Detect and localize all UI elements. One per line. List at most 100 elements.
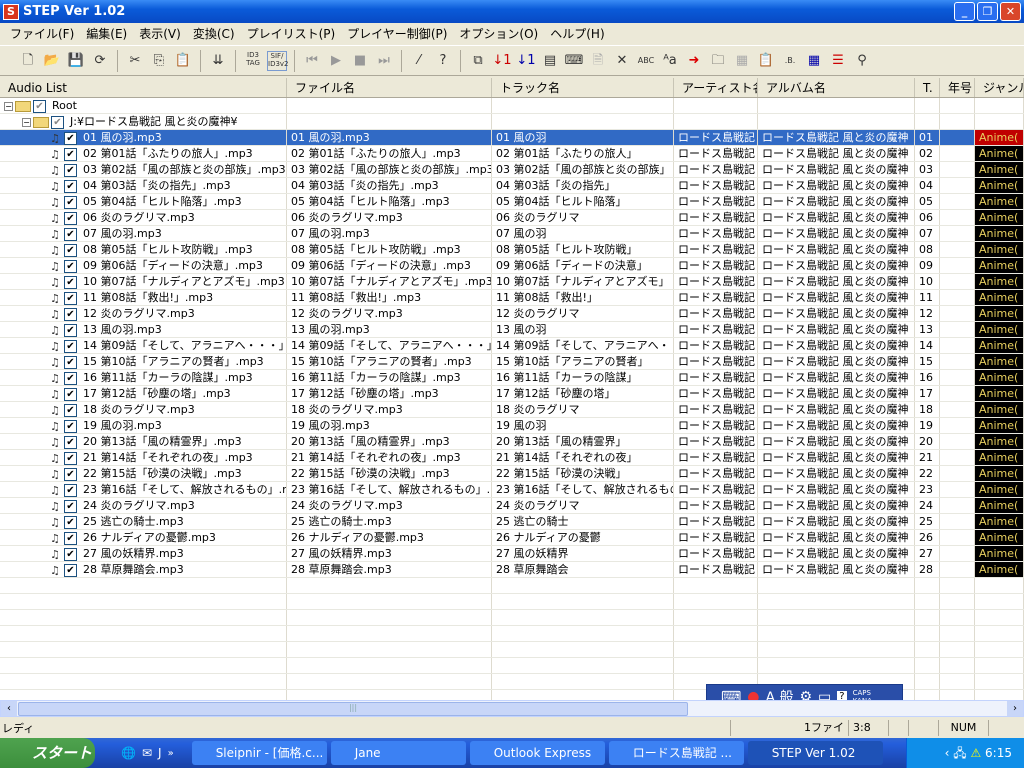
cell-artist[interactable]: ロードス島戦記 (674, 162, 758, 177)
b-icon[interactable]: .B. (780, 51, 800, 71)
cell-track-name[interactable]: 11 第08話「救出!」 (492, 290, 674, 305)
cell-track-name[interactable]: 01 風の羽 (492, 130, 674, 145)
table-row[interactable]: ♫ ✔ 04 第03話「炎の指先」.mp3 04 第03話「炎の指先」.mp3 04… (0, 178, 1024, 194)
cell-genre[interactable]: Anime( (975, 530, 1024, 545)
cell-track-name[interactable]: 14 第09話「そして、アラニアへ・・・」 (492, 338, 674, 353)
start-button[interactable]: スタート (0, 738, 95, 768)
cell-track-no[interactable]: 12 (915, 306, 940, 321)
cell-album[interactable]: ロードス島戦記 風と炎の魔神 (758, 402, 915, 417)
cell-year[interactable] (940, 530, 975, 545)
next-track-icon[interactable]: ⏭ (374, 51, 394, 71)
cell-file-name[interactable]: 14 第09話「そして、アラニアへ・・・」.mp3 (287, 338, 492, 353)
cell-track-no[interactable]: 23 (915, 482, 940, 497)
cell-file-name[interactable]: 27 風の妖精界.mp3 (287, 546, 492, 561)
scroll-right-icon[interactable]: › (1007, 701, 1023, 716)
cell-artist[interactable]: ロードス島戦記 (674, 178, 758, 193)
quick-launch-more-icon[interactable]: » (168, 748, 174, 759)
cell-file-name[interactable]: 09 第06話「ディードの決意」.mp3 (287, 258, 492, 273)
cell-artist[interactable]: ロードス島戦記 (674, 450, 758, 465)
cell-file-name[interactable]: 26 ナルディアの憂鬱.mp3 (287, 530, 492, 545)
checkbox[interactable]: ✔ (64, 483, 77, 497)
cell-album[interactable]: ロードス島戦記 風と炎の魔神 (758, 530, 915, 545)
cell-year[interactable] (940, 338, 975, 353)
cell-track-name[interactable]: 02 第01話「ふたりの旅人」 (492, 146, 674, 161)
cell-genre[interactable]: Anime( (975, 370, 1024, 385)
cell-track-name[interactable]: 16 第11話「カーラの陰謀」 (492, 370, 674, 385)
cell-file-name[interactable]: 11 第08話「救出!」.mp3 (287, 290, 492, 305)
checkbox[interactable]: ✔ (64, 531, 77, 545)
audio-list-grid[interactable]: Audio List ファイル名 トラック名 アーティスト名 アルバム名 T. … (0, 78, 1024, 700)
cell-album[interactable]: ロードス島戦記 風と炎の魔神 (758, 146, 915, 161)
cell-year[interactable] (940, 370, 975, 385)
table-row[interactable]: ♫ ✔ 09 第06話「ディードの決意」.mp3 09 第06話「ディードの決意」.… (0, 258, 1024, 274)
cell-genre[interactable]: Anime( (975, 146, 1024, 161)
table-row[interactable]: ♫ ✔ 22 第15話「砂漠の決戦」.mp3 22 第15話「砂漠の決戦」.mp3 … (0, 466, 1024, 482)
cell-artist[interactable]: ロードス島戦記 (674, 130, 758, 145)
cell-file-name[interactable]: 18 炎のラグリマ.mp3 (287, 402, 492, 417)
cell-track-no[interactable]: 25 (915, 514, 940, 529)
menu-file[interactable]: ファイル(F) (4, 25, 80, 42)
cell-genre[interactable]: Anime( (975, 242, 1024, 257)
cell-genre[interactable]: Anime( (975, 290, 1024, 305)
cell-track-name[interactable]: 12 炎のラグリマ (492, 306, 674, 321)
cell-album[interactable]: ロードス島戦記 風と炎の魔神 (758, 370, 915, 385)
cell-artist[interactable]: ロードス島戦記 (674, 306, 758, 321)
cell-year[interactable] (940, 146, 975, 161)
checkbox[interactable]: ✔ (64, 387, 77, 401)
table-row[interactable]: ♫ ✔ 19 風の羽.mp3 19 風の羽.mp3 19 風の羽 ロードス島戦記 ロ… (0, 418, 1024, 434)
cell-genre[interactable]: Anime( (975, 498, 1024, 513)
cell-track-name[interactable]: 18 炎のラグリマ (492, 402, 674, 417)
cell-track-name[interactable]: 19 風の羽 (492, 418, 674, 433)
cell-year[interactable] (940, 226, 975, 241)
cell-year[interactable] (940, 546, 975, 561)
cell-album[interactable]: ロードス島戦記 風と炎の魔神 (758, 562, 915, 577)
cell-file-name[interactable]: 13 風の羽.mp3 (287, 322, 492, 337)
cell-track-no[interactable]: 15 (915, 354, 940, 369)
cell-year[interactable] (940, 162, 975, 177)
cell-artist[interactable]: ロードス島戦記 (674, 290, 758, 305)
cell-year[interactable] (940, 402, 975, 417)
checkbox[interactable]: ✔ (64, 275, 77, 289)
checkbox[interactable]: ✔ (64, 131, 77, 145)
help-icon[interactable]: ? (433, 51, 453, 71)
number-up-icon[interactable]: ↓1 (492, 51, 512, 71)
cell-file-name[interactable]: 06 炎のラグリマ.mp3 (287, 210, 492, 225)
table-row[interactable]: ♫ ✔ 05 第04話「ヒルト陥落」.mp3 05 第04話「ヒルト陥落」.mp3 … (0, 194, 1024, 210)
cell-file-name[interactable]: 02 第01話「ふたりの旅人」.mp3 (287, 146, 492, 161)
cell-track-no[interactable]: 27 (915, 546, 940, 561)
cell-album[interactable]: ロードス島戦記 風と炎の魔神 (758, 258, 915, 273)
minimize-button[interactable]: _ (954, 2, 975, 21)
cell-genre[interactable]: Anime( (975, 130, 1024, 145)
menu-view[interactable]: 表示(V) (133, 25, 187, 42)
quick-launch-sleipnir-icon[interactable]: 🌐 (121, 746, 136, 760)
cell-track-no[interactable]: 04 (915, 178, 940, 193)
cell-track-name[interactable]: 09 第06話「ディードの決意」 (492, 258, 674, 273)
checkbox[interactable]: ✔ (64, 547, 77, 561)
cell-file-name[interactable]: 23 第16話「そして、解放されるもの」.mp3 (287, 482, 492, 497)
cell-track-no[interactable]: 02 (915, 146, 940, 161)
col-genre[interactable]: ジャンル (975, 78, 1024, 97)
cell-artist[interactable]: ロードス島戦記 (674, 194, 758, 209)
quick-launch-jane-icon[interactable]: J (158, 746, 162, 760)
task-folder[interactable]: ロードス島戦記 ... (608, 741, 744, 765)
cell-genre[interactable]: Anime( (975, 402, 1024, 417)
table-row[interactable]: ♫ ✔ 20 第13話「風の精霊界」.mp3 20 第13話「風の精霊界」.mp3 … (0, 434, 1024, 450)
menu-help[interactable]: ヘルプ(H) (544, 25, 610, 42)
cell-artist[interactable]: ロードス島戦記 (674, 434, 758, 449)
cell-album[interactable]: ロードス島戦記 風と炎の魔神 (758, 226, 915, 241)
cell-track-name[interactable]: 24 炎のラグリマ (492, 498, 674, 513)
table-row[interactable]: ♫ ✔ 01 風の羽.mp3 01 風の羽.mp3 01 風の羽 ロードス島戦記 ロ… (0, 130, 1024, 146)
cell-file-name[interactable]: 21 第14話「それぞれの夜」.mp3 (287, 450, 492, 465)
table-row[interactable]: ♫ ✔ 16 第11話「カーラの陰謀」.mp3 16 第11話「カーラの陰謀」.mp… (0, 370, 1024, 386)
cell-year[interactable] (940, 386, 975, 401)
link-icon[interactable]: ⚲ (852, 51, 872, 71)
collapse-icon[interactable]: − (22, 117, 31, 127)
cell-year[interactable] (940, 130, 975, 145)
table-row[interactable]: ♫ ✔ 17 第12話「砂塵の塔」.mp3 17 第12話「砂塵の塔」.mp3 17… (0, 386, 1024, 402)
stop-icon[interactable]: ■ (350, 51, 370, 71)
tree-folder[interactable]: − ✔ J:¥ロードス島戦記 風と炎の魔神¥ (0, 114, 1024, 130)
quick-launch-outlook-icon[interactable]: ✉ (142, 746, 152, 760)
cell-artist[interactable]: ロードス島戦記 (674, 498, 758, 513)
checkbox[interactable]: ✔ (64, 259, 77, 273)
cut-icon[interactable]: ✂ (125, 51, 145, 71)
